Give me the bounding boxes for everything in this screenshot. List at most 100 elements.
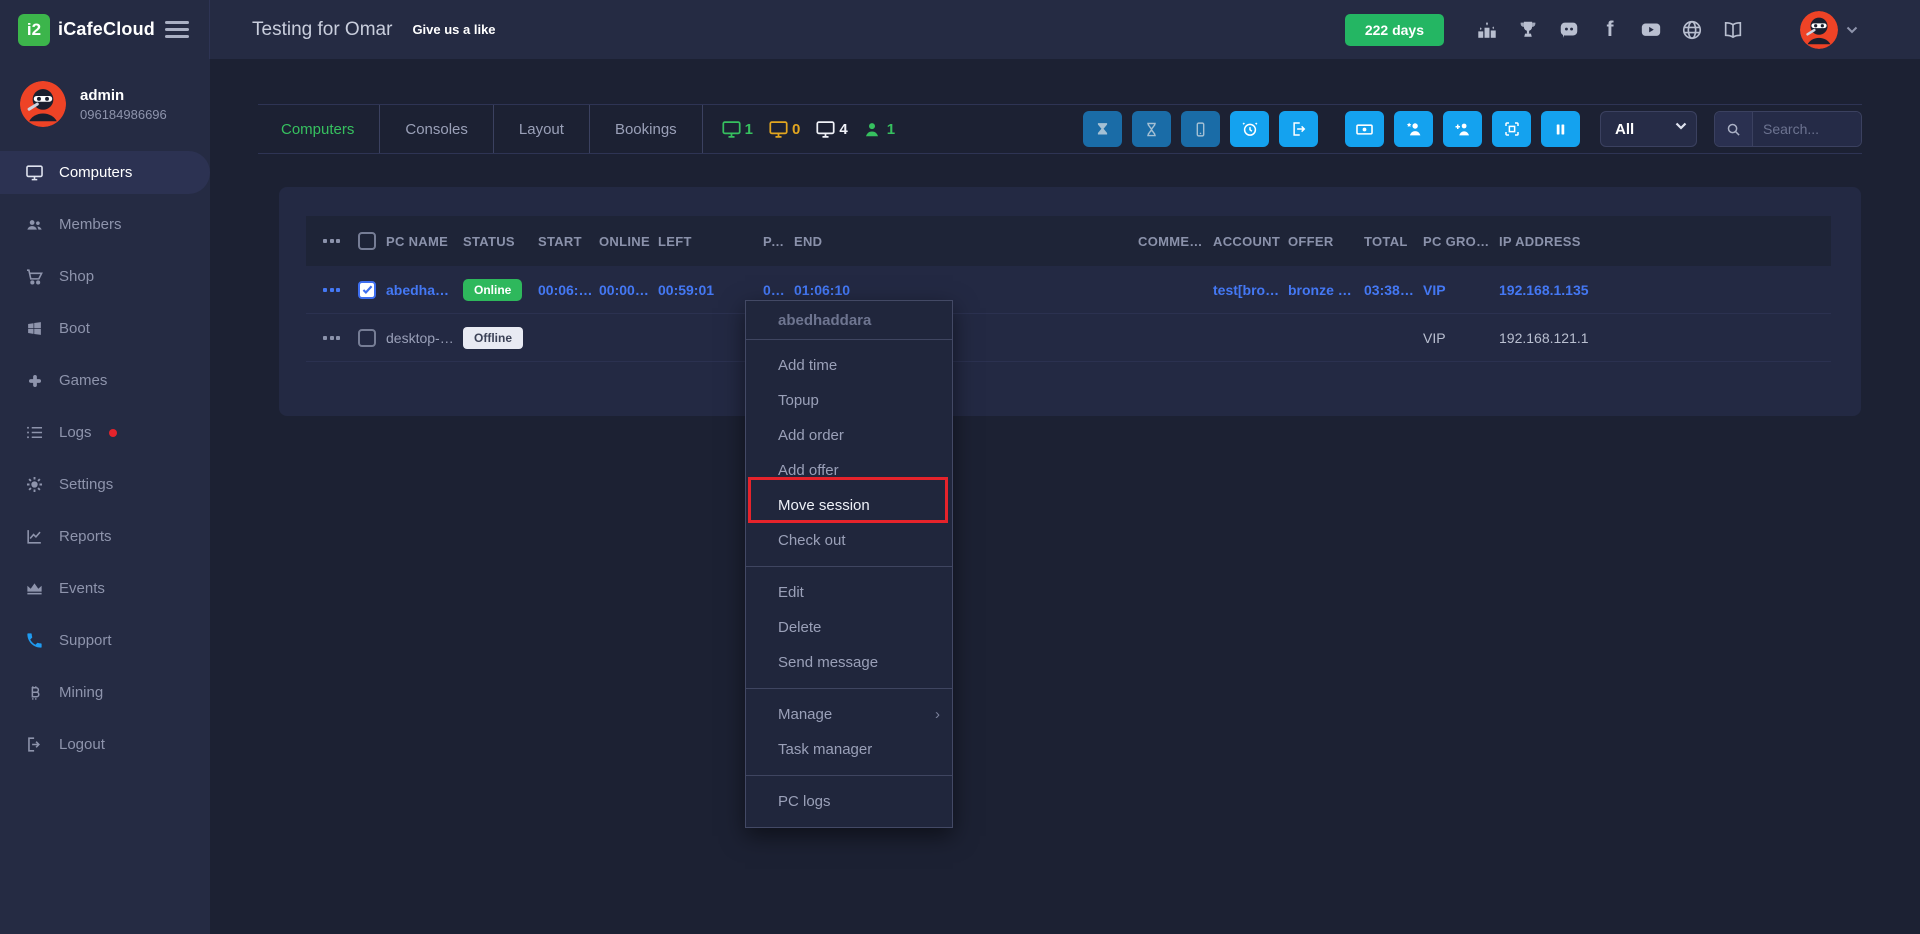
ranking-icon[interactable] [1476, 19, 1498, 41]
sidebar-item-label: Shop [59, 268, 94, 285]
col-left: LEFT [658, 234, 763, 249]
menu-item-delete[interactable]: Delete [746, 610, 952, 645]
toolbar: All [1073, 111, 1862, 147]
hourglass-filled-button[interactable] [1083, 111, 1122, 147]
menu-item-topup[interactable]: Topup [746, 383, 952, 418]
row-checkbox[interactable] [358, 281, 376, 299]
col-ip: IP ADDRESS [1499, 234, 1831, 249]
sidebar-item-label: Members [59, 216, 122, 233]
sidebar-item-events[interactable]: Events [0, 567, 210, 610]
days-remaining-button[interactable]: 222 days [1345, 14, 1444, 46]
menu-item-move-session[interactable]: Move session [746, 488, 952, 523]
sidebar-item-reports[interactable]: Reports [0, 515, 210, 558]
tab-consoles[interactable]: Consoles [380, 105, 494, 153]
sidebar-item-games[interactable]: Games [0, 359, 210, 402]
add-guest-button[interactable] [1394, 111, 1433, 147]
globe-icon[interactable] [1681, 19, 1703, 41]
monitor-white-icon [815, 120, 836, 139]
menu-item-send-message[interactable]: Send message [746, 645, 952, 680]
hourglass-outline-button[interactable] [1132, 111, 1171, 147]
alarm-clock-button[interactable] [1230, 111, 1269, 147]
sign-out-button[interactable] [1279, 111, 1318, 147]
pc-group-filter-select[interactable]: All [1600, 111, 1697, 147]
sidebar-item-logs[interactable]: Logs [0, 411, 210, 454]
cell-account: test[bronze] [1213, 282, 1288, 298]
bulk-actions-icon[interactable] [323, 239, 358, 243]
hamburger-menu-icon[interactable] [165, 21, 189, 38]
pause-button[interactable] [1541, 111, 1580, 147]
account-menu[interactable] [1800, 11, 1858, 49]
phone-device-button[interactable] [1181, 111, 1220, 147]
cafe-title: Testing for Omar [252, 19, 392, 41]
sidebar-item-members[interactable]: Members [0, 203, 210, 246]
phone-icon [25, 631, 44, 650]
menu-group-logs: PC logs [746, 776, 952, 827]
youtube-icon[interactable] [1640, 19, 1662, 41]
col-account: ACCOUNT [1213, 234, 1288, 249]
row-actions-icon[interactable] [323, 336, 358, 340]
menu-item-check-out[interactable]: Check out [746, 523, 952, 558]
discord-icon[interactable] [1558, 19, 1580, 41]
menu-item-manage[interactable]: Manage › [746, 697, 952, 732]
cell-left: 00:59:01 [658, 282, 763, 298]
pc-status-counters: 1 0 4 1 [721, 120, 895, 139]
add-member-button[interactable] [1443, 111, 1482, 147]
list-icon [25, 423, 44, 442]
cell-offer: bronze offer [1288, 282, 1364, 298]
menu-item-add-offer[interactable]: Add offer [746, 453, 952, 488]
select-all-checkbox[interactable] [358, 232, 376, 250]
menu-group-session: Add time Topup Add order Add offer Move … [746, 340, 952, 566]
computers-table-card: PC NAME STATUS START ONLINE LEFT PAID EN… [279, 187, 1861, 416]
menu-item-add-time[interactable]: Add time [746, 348, 952, 383]
logout-icon [25, 735, 44, 754]
menu-group-manage: Manage › Task manager [746, 689, 952, 775]
menu-item-add-order[interactable]: Add order [746, 418, 952, 453]
facebook-icon[interactable]: f [1599, 19, 1621, 41]
tab-layout[interactable]: Layout [494, 105, 590, 153]
app-logo[interactable]: i2 iCafeCloud [18, 14, 165, 46]
trophy-icon[interactable] [1517, 19, 1539, 41]
menu-item-task-manager[interactable]: Task manager [746, 732, 952, 767]
sidebar-item-mining[interactable]: Mining [0, 671, 210, 714]
search-icon [1715, 112, 1753, 146]
brand-zone: i2 iCafeCloud [0, 0, 210, 59]
search-input[interactable] [1753, 112, 1861, 146]
sidebar-item-computers[interactable]: Computers [0, 151, 210, 194]
sidebar-nav: Computers Members Shop Boot Games Logs [0, 151, 210, 766]
cash-button[interactable] [1345, 111, 1384, 147]
context-menu-title: abedhaddara [746, 301, 952, 339]
sidebar-item-logout[interactable]: Logout [0, 723, 210, 766]
search-box [1714, 111, 1862, 147]
profile-avatar [20, 81, 66, 127]
give-us-a-like-link[interactable]: Give us a like [412, 22, 495, 37]
person-green-icon [863, 120, 884, 139]
tab-bookings[interactable]: Bookings [590, 105, 703, 153]
monitor-icon [25, 163, 44, 182]
sidebar-item-settings[interactable]: Settings [0, 463, 210, 506]
user-avatar [1800, 11, 1838, 49]
sidebar-item-label: Mining [59, 684, 103, 701]
cell-status: Offline [463, 327, 538, 349]
gear-icon [25, 475, 44, 494]
pc-group-filter: All [1600, 111, 1697, 147]
tab-computers[interactable]: Computers [258, 105, 380, 153]
counter-pc-pending: 0 [768, 120, 800, 139]
chart-icon [25, 527, 44, 546]
sidebar-item-label: Computers [59, 164, 132, 181]
menu-item-pc-logs[interactable]: PC logs [746, 784, 952, 819]
docs-book-icon[interactable] [1722, 19, 1744, 41]
pc-context-menu: abedhaddara Add time Topup Add order Add… [745, 300, 953, 828]
row-actions-icon[interactable] [323, 288, 358, 292]
sidebar-item-support[interactable]: Support [0, 619, 210, 662]
col-offer: OFFER [1288, 234, 1364, 249]
menu-item-edit[interactable]: Edit [746, 575, 952, 610]
col-paid: PAID [763, 234, 794, 249]
cell-pc-group: VIP [1423, 282, 1499, 298]
cell-pc-name[interactable]: desktop-6j3rg… [386, 330, 463, 346]
row-checkbox[interactable] [358, 329, 376, 347]
cell-pc-name[interactable]: abedhaddara [386, 282, 463, 298]
sidebar-item-shop[interactable]: Shop [0, 255, 210, 298]
sidebar-item-boot[interactable]: Boot [0, 307, 210, 350]
scan-box-button[interactable] [1492, 111, 1531, 147]
profile-phone: 096184986696 [80, 107, 167, 122]
